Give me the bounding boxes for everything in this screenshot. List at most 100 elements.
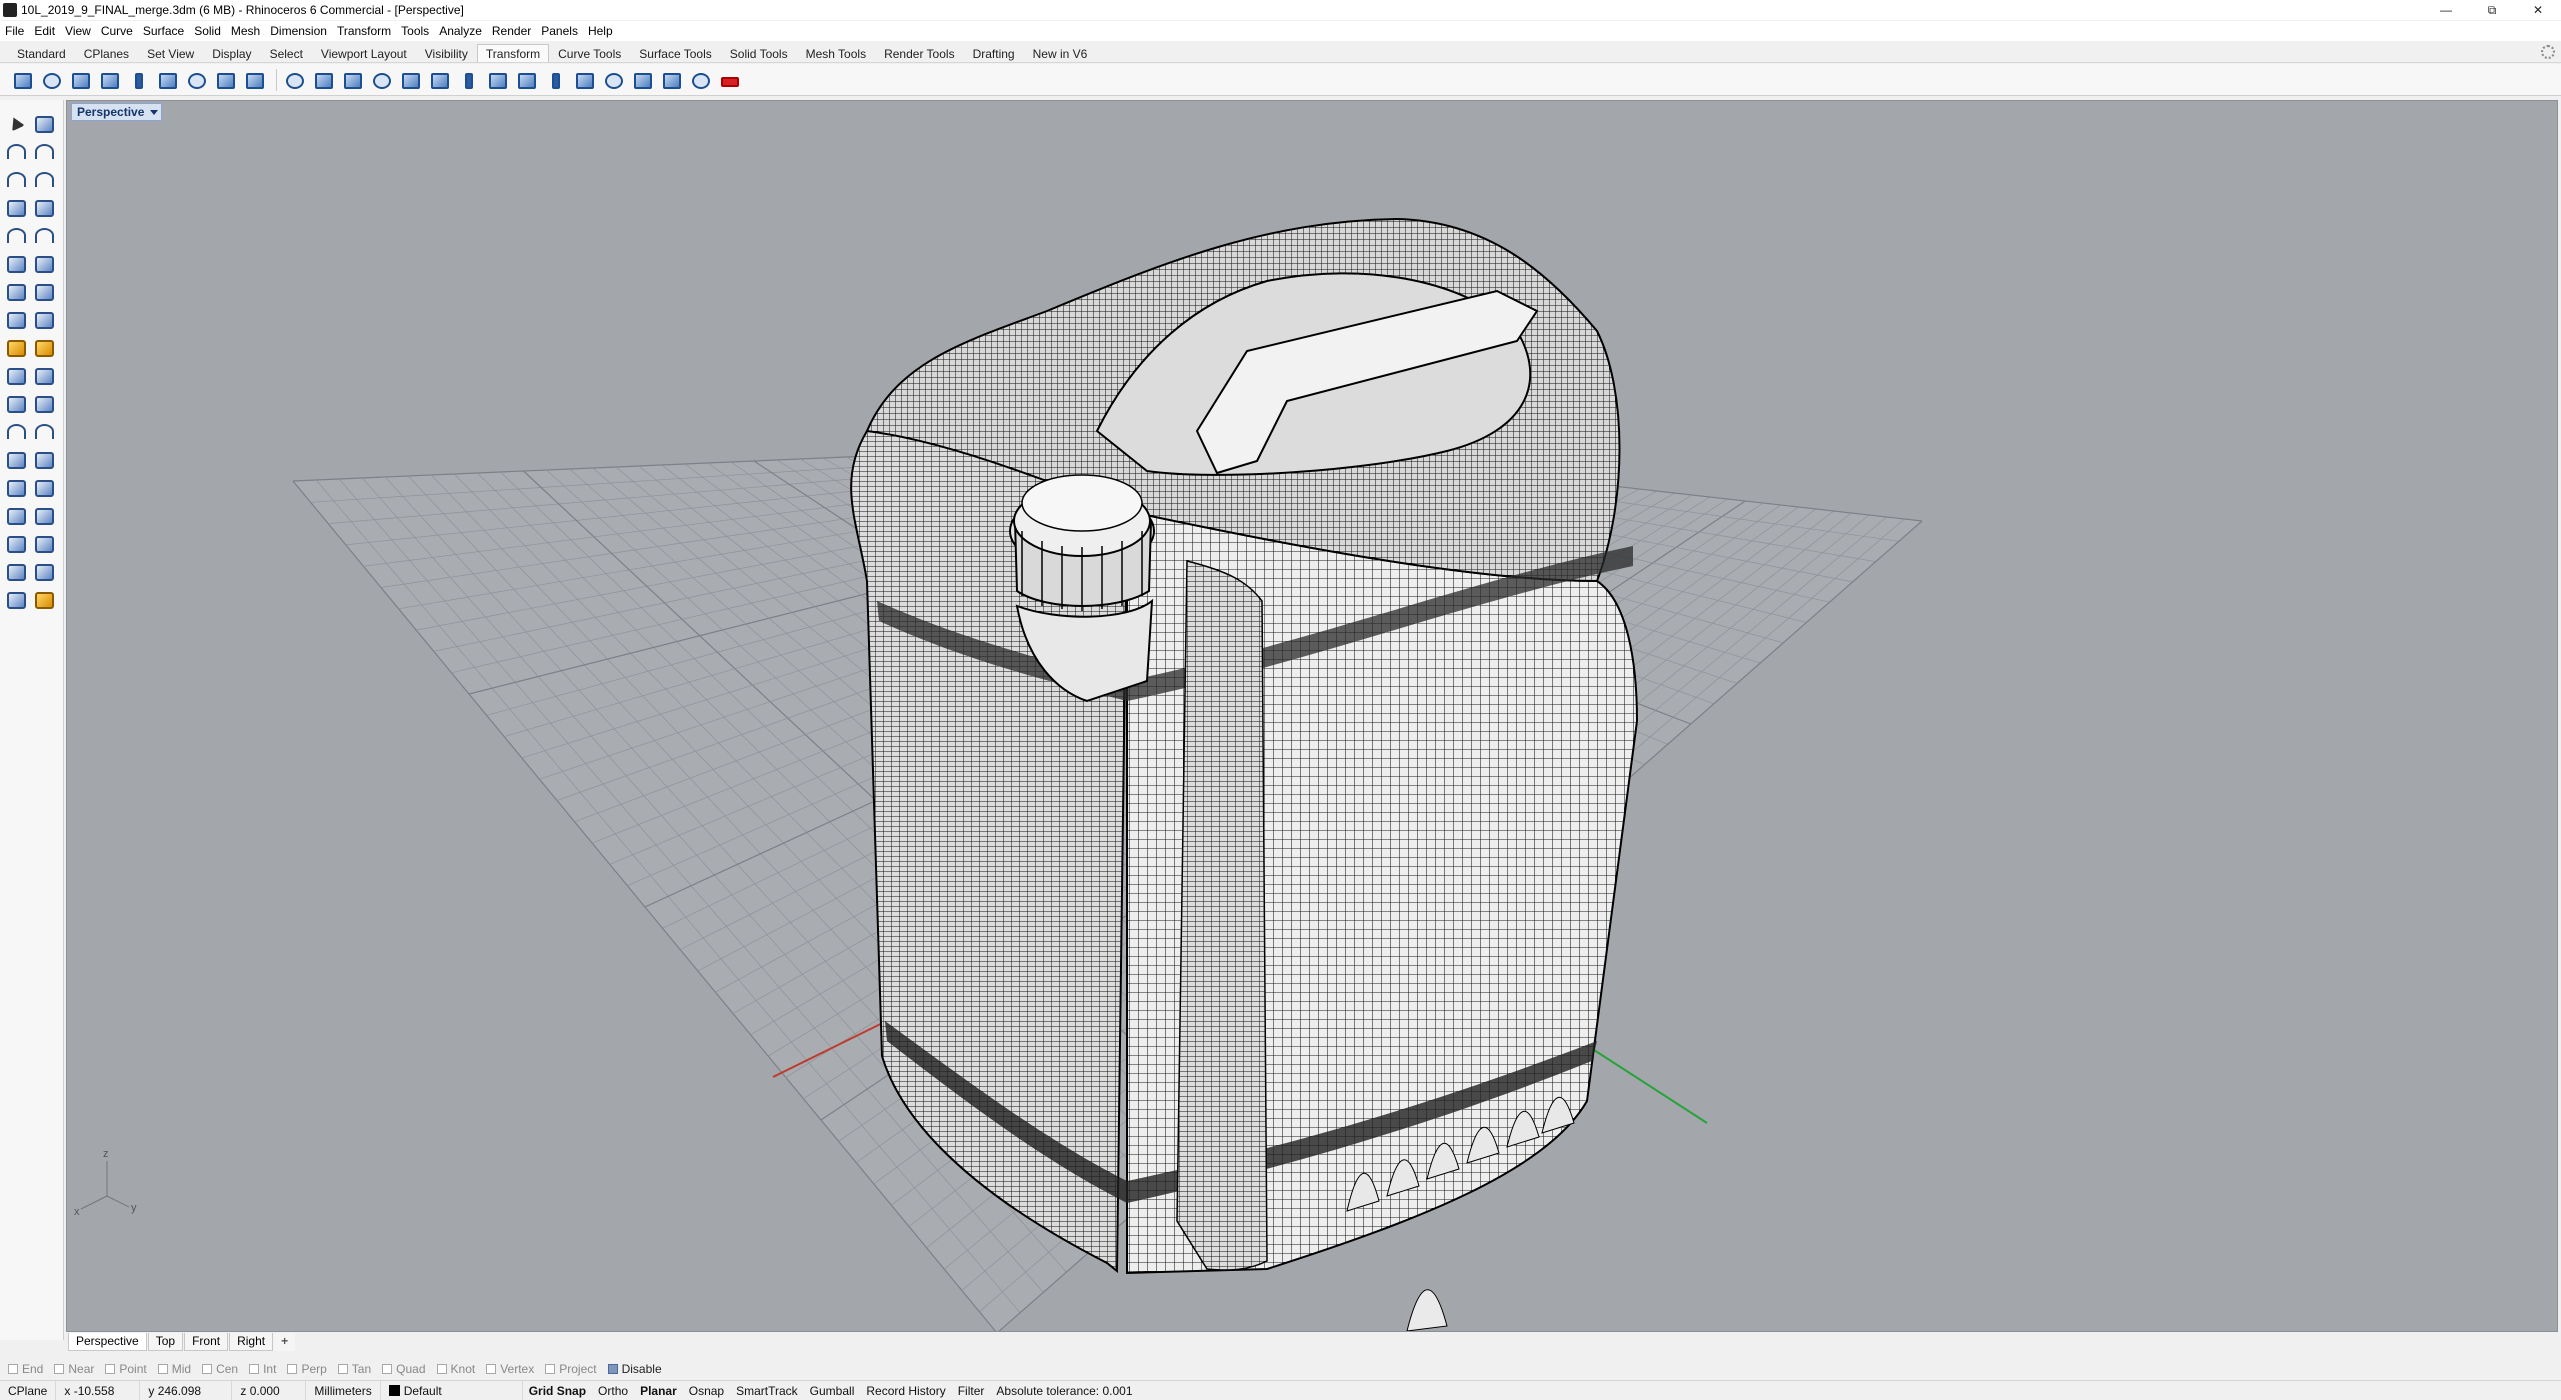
perspective-viewport[interactable]: z x y Perspective xyxy=(66,100,2558,1332)
osnap-perp-checkbox[interactable] xyxy=(287,1364,298,1374)
project-to-cplane-icon[interactable] xyxy=(456,68,480,92)
tab-display[interactable]: Display xyxy=(203,44,260,62)
add-viewport-plus-icon[interactable]: + xyxy=(274,1333,296,1351)
menu-render[interactable]: Render xyxy=(487,21,536,41)
osnap-int-checkbox[interactable] xyxy=(249,1364,260,1374)
menu-analyze[interactable]: Analyze xyxy=(434,21,487,41)
osnap-vertex[interactable]: Vertex xyxy=(486,1362,534,1376)
menu-dimension[interactable]: Dimension xyxy=(265,21,332,41)
viewport-title-label[interactable]: Perspective xyxy=(71,103,163,121)
surface-from-curves-icon[interactable] xyxy=(4,252,28,276)
fillet-edge-icon[interactable] xyxy=(4,392,28,416)
analyze-icon[interactable] xyxy=(32,532,56,556)
copy-icon[interactable] xyxy=(39,68,63,92)
osnap-knot-checkbox[interactable] xyxy=(436,1364,447,1374)
viewport-tab-front[interactable]: Front xyxy=(184,1333,229,1351)
menu-tools[interactable]: Tools xyxy=(396,21,434,41)
units-display[interactable]: Millimeters xyxy=(306,1380,381,1400)
tab-select[interactable]: Select xyxy=(261,44,312,62)
menu-curve[interactable]: Curve xyxy=(96,21,138,41)
menu-mesh[interactable]: Mesh xyxy=(226,21,265,41)
move-icon[interactable] xyxy=(10,68,34,92)
osnap-mid-checkbox[interactable] xyxy=(157,1364,168,1374)
tab-drafting[interactable]: Drafting xyxy=(964,44,1024,62)
osnap-quad[interactable]: Quad xyxy=(382,1362,426,1376)
viewport-tab-top[interactable]: Top xyxy=(147,1333,184,1351)
osnap-near[interactable]: Near xyxy=(54,1362,94,1376)
box-edit-icon[interactable] xyxy=(659,68,683,92)
extrude-icon[interactable] xyxy=(32,308,56,332)
scale-icon[interactable] xyxy=(97,68,121,92)
mesh-icon[interactable] xyxy=(4,336,28,360)
planar-toggle[interactable]: Planar xyxy=(634,1381,683,1400)
menu-file[interactable]: File xyxy=(0,21,29,41)
osnap-toggle[interactable]: Osnap xyxy=(683,1381,730,1400)
osnap-mid[interactable]: Mid xyxy=(157,1362,191,1376)
osnap-project-checkbox[interactable] xyxy=(545,1364,556,1374)
tab-mesh-tools[interactable]: Mesh Tools xyxy=(797,44,875,62)
record-history-toggle[interactable]: Record History xyxy=(860,1381,951,1400)
box-solid-icon[interactable] xyxy=(4,280,28,304)
circle-icon[interactable] xyxy=(4,168,28,192)
array-polar-icon[interactable] xyxy=(369,68,393,92)
select-pointer-icon[interactable] xyxy=(4,112,28,136)
viewport-tab-perspective[interactable]: Perspective xyxy=(68,1333,147,1351)
osnap-int[interactable]: Int xyxy=(249,1362,276,1376)
osnap-quad-checkbox[interactable] xyxy=(382,1364,393,1374)
tab-visibility[interactable]: Visibility xyxy=(416,44,477,62)
twist-icon[interactable] xyxy=(213,68,237,92)
tab-render-tools[interactable]: Render Tools xyxy=(875,44,964,62)
group-icon[interactable] xyxy=(4,476,28,500)
tab-new-in-v6[interactable]: New in V6 xyxy=(1024,44,1097,62)
gumball-icon[interactable] xyxy=(688,68,712,92)
osnap-perp[interactable]: Perp xyxy=(287,1362,327,1376)
maelstrom-icon[interactable] xyxy=(630,68,654,92)
curve-fillet-icon[interactable] xyxy=(32,224,56,248)
osnap-cen-checkbox[interactable] xyxy=(202,1364,213,1374)
polyline-icon[interactable] xyxy=(4,140,28,164)
surface-patch-icon[interactable] xyxy=(32,252,56,276)
jerrycan-model[interactable] xyxy=(850,217,1639,1331)
hide-icon[interactable] xyxy=(4,588,28,612)
osnap-disable[interactable]: Disable xyxy=(607,1362,662,1376)
ellipse-icon[interactable] xyxy=(32,168,56,192)
viewport-canvas[interactable]: z x y xyxy=(67,101,2558,1332)
polygon-icon[interactable] xyxy=(4,196,28,220)
stretch-icon[interactable] xyxy=(514,68,538,92)
cage-edit-icon[interactable] xyxy=(485,68,509,92)
align-icon[interactable] xyxy=(398,68,422,92)
taper-icon[interactable] xyxy=(282,68,306,92)
more-tools-arrow-icon[interactable] xyxy=(717,68,741,92)
osnap-tan-checkbox[interactable] xyxy=(337,1364,348,1374)
lock-icon[interactable] xyxy=(32,588,56,612)
tab-set-view[interactable]: Set View xyxy=(138,44,203,62)
tab-viewport-layout[interactable]: Viewport Layout xyxy=(312,44,416,62)
grid-snap-toggle[interactable]: Grid Snap xyxy=(523,1381,592,1400)
layout-icon[interactable] xyxy=(4,560,28,584)
menu-view[interactable]: View xyxy=(60,21,96,41)
smooth-icon[interactable] xyxy=(543,68,567,92)
rotate-icon[interactable] xyxy=(68,68,92,92)
menu-solid[interactable]: Solid xyxy=(189,21,226,41)
render-icon[interactable] xyxy=(32,336,56,360)
shear-icon[interactable] xyxy=(155,68,179,92)
bend-icon[interactable] xyxy=(242,68,266,92)
orient-icon[interactable] xyxy=(184,68,208,92)
osnap-vertex-checkbox[interactable] xyxy=(486,1364,497,1374)
join-icon[interactable] xyxy=(4,420,28,444)
osnap-cen[interactable]: Cen xyxy=(202,1362,238,1376)
chamfer-icon[interactable] xyxy=(32,392,56,416)
tab-transform[interactable]: Transform xyxy=(476,44,550,62)
toolbar-settings-gear-icon[interactable] xyxy=(2541,45,2555,59)
flow-icon[interactable] xyxy=(311,68,335,92)
block-icon[interactable] xyxy=(4,504,28,528)
menu-edit[interactable]: Edit xyxy=(29,21,60,41)
minimize-icon[interactable]: — xyxy=(2423,0,2469,20)
viewport-tab-right[interactable]: Right xyxy=(229,1333,274,1351)
osnap-end-checkbox[interactable] xyxy=(8,1364,18,1374)
rectangle-icon[interactable] xyxy=(32,196,56,220)
osnap-disable-checkbox[interactable] xyxy=(607,1364,618,1374)
check-icon[interactable] xyxy=(32,560,56,584)
osnap-point-checkbox[interactable] xyxy=(105,1364,116,1374)
cylinder-icon[interactable] xyxy=(4,308,28,332)
